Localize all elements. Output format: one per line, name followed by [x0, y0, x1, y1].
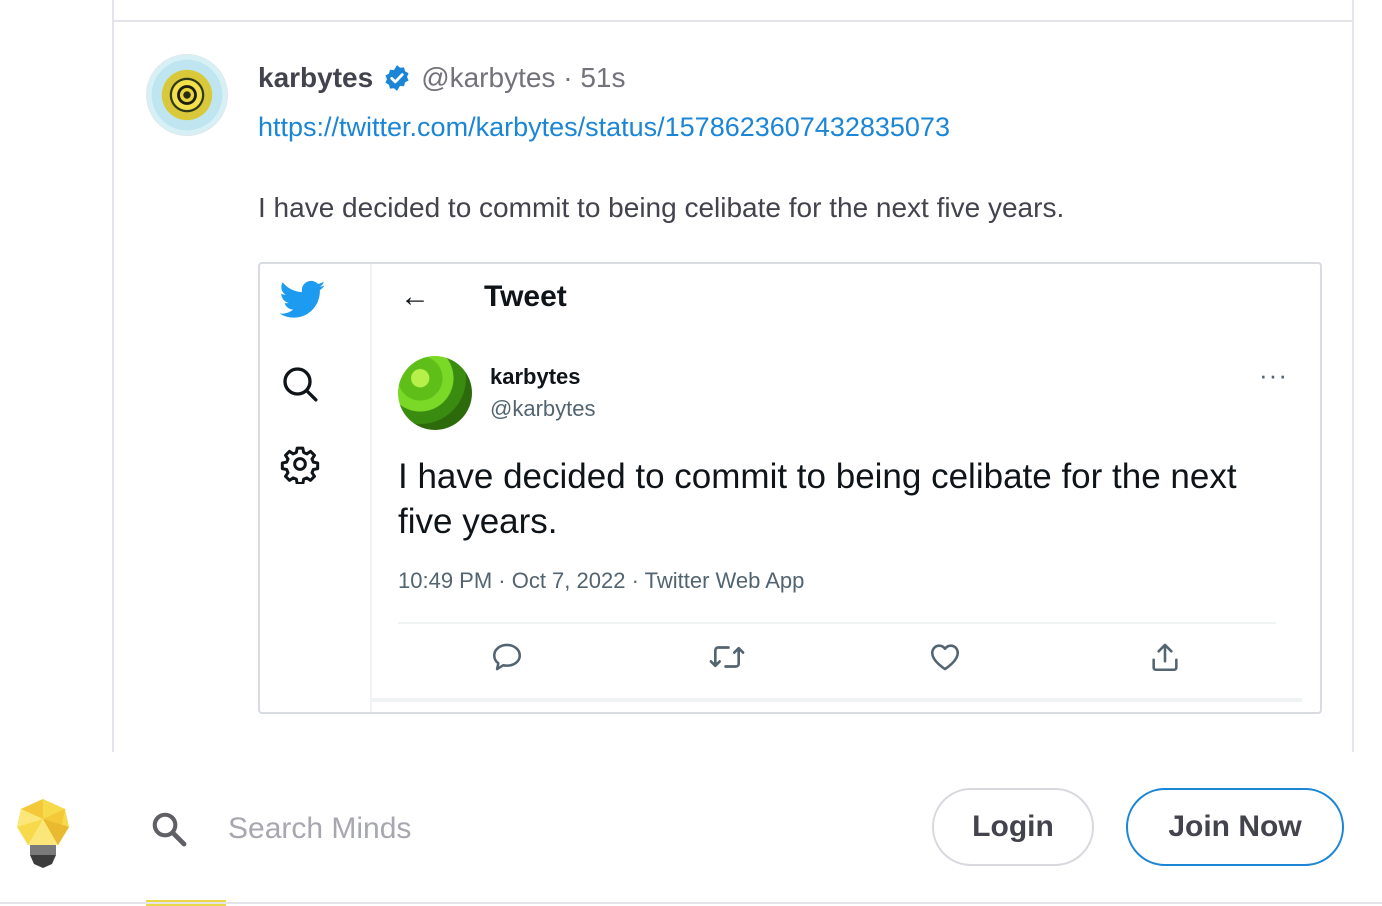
retweet-icon: [709, 646, 745, 668]
tweet-text: I have decided to commit to being celiba…: [398, 457, 1237, 541]
tweet-author-name: karbytes: [490, 364, 581, 389]
search-icon: [283, 367, 318, 402]
bottom-divider: [0, 902, 1382, 904]
bottom-bar: Login Join Now: [0, 752, 1382, 906]
tweet-author-handle: @karbytes: [490, 396, 596, 421]
tweet-author-avatar: [398, 356, 472, 430]
tweet-sidebar: [260, 264, 372, 712]
post-author-row: karbytes @karbytes · 51s: [258, 58, 625, 98]
tweet-meta: 10:49 PM · Oct 7, 2022 · Twitter Web App: [398, 568, 805, 593]
post-link[interactable]: https://twitter.com/karbytes/status/1578…: [258, 112, 950, 143]
author-name[interactable]: karbytes: [258, 62, 373, 94]
post-top-divider: [114, 20, 1354, 22]
search-icon[interactable]: [150, 810, 188, 848]
minds-logo-icon[interactable]: [16, 798, 70, 870]
right-feed-divider: [1352, 0, 1354, 752]
like-icon: [930, 644, 960, 671]
tweet-main: ← Tweet karbytes @karbytes ··· I have de…: [372, 264, 1320, 712]
post-text: I have decided to commit to being celiba…: [258, 192, 1065, 223]
back-arrow-icon: ←: [400, 280, 430, 313]
twitter-bird-icon: [280, 280, 326, 318]
tweet-bottom-divider: [372, 698, 1302, 702]
tweet-header-title: Tweet: [484, 280, 567, 313]
tweet-divider: [398, 622, 1276, 624]
join-now-button[interactable]: Join Now: [1126, 788, 1344, 866]
reply-icon: [492, 643, 522, 671]
embedded-tweet-image[interactable]: ← Tweet karbytes @karbytes ··· I have de…: [258, 262, 1322, 714]
more-options-icon: ···: [1259, 360, 1288, 390]
share-icon: [1152, 643, 1178, 672]
author-avatar[interactable]: [146, 54, 228, 136]
tweet-actions: [398, 640, 1276, 680]
verified-badge-icon: [385, 65, 409, 91]
search-input[interactable]: [226, 806, 830, 852]
login-button[interactable]: Login: [932, 788, 1094, 866]
settings-gear-icon: [280, 446, 320, 484]
author-handle-time[interactable]: @karbytes · 51s: [421, 62, 625, 94]
